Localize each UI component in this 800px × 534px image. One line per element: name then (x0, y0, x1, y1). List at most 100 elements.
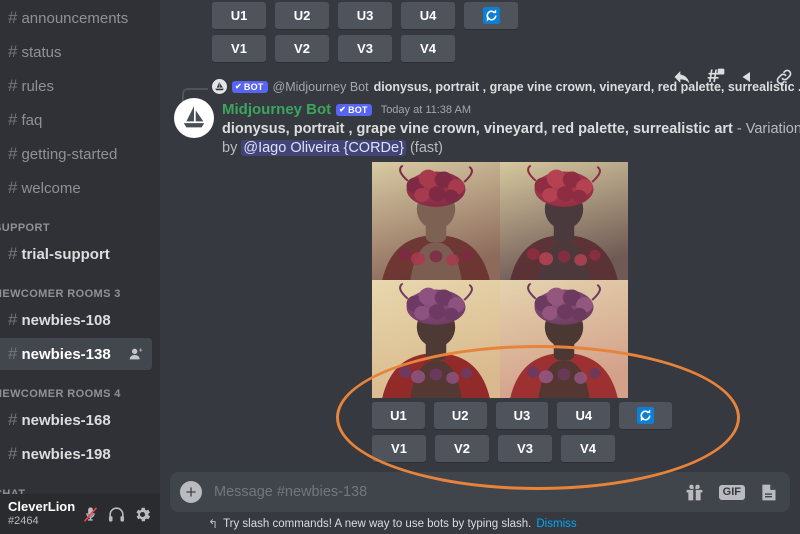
sidebar-item-label: status (21, 44, 61, 61)
top-button-v4[interactable]: V4 (401, 35, 455, 62)
add-member-icon[interactable] (128, 346, 144, 362)
message-author[interactable]: Midjourney Bot (222, 101, 331, 118)
reply-mention[interactable]: @Midjourney Bot (273, 80, 369, 94)
sidebar-item-getting-started[interactable]: #getting-started (0, 138, 152, 170)
sidebar-item-label: newbies-168 (21, 412, 110, 429)
refresh-emoji (483, 7, 500, 24)
message-avatar[interactable] (174, 98, 214, 138)
add-reaction-icon[interactable] (740, 67, 760, 87)
copy-link-icon[interactable] (774, 67, 794, 87)
top-button-v2[interactable]: V2 (275, 35, 329, 62)
sidebar-item-welcome[interactable]: #welcome (0, 172, 152, 204)
sidebar-item-newbies-138[interactable]: #newbies-138 (0, 338, 152, 370)
sidebar-item-newbies-198[interactable]: #newbies-198 (0, 438, 152, 470)
message-mode: (fast) (410, 140, 443, 156)
user-panel: CleverLion #2464 (0, 494, 160, 534)
headphones-icon[interactable] (107, 505, 126, 524)
button-label: U2 (452, 408, 469, 423)
chat-area: U1U2U3U4 V1V2V3V4 ✔ BOT @Midjourney Bot … (160, 0, 800, 534)
mj-button-v4[interactable]: V4 (561, 435, 615, 462)
top-button-u3[interactable]: U3 (338, 2, 392, 29)
message-input[interactable] (214, 484, 676, 500)
top-refresh-button[interactable] (464, 2, 518, 29)
message-composer[interactable]: GIF (170, 472, 790, 512)
user-discriminator: #2464 (8, 515, 75, 528)
midjourney-sailboat-icon (177, 101, 211, 135)
grid-cell-variation-1[interactable] (372, 162, 500, 280)
discord-window: #announcements#status#rules#faq#getting-… (0, 0, 800, 534)
sidebar-item-newbies-108[interactable]: #newbies-108 (0, 304, 152, 336)
sidebar-item-status[interactable]: #status (0, 36, 152, 68)
hash-icon: # (8, 144, 17, 164)
mj-button-u2[interactable]: U2 (434, 402, 487, 429)
gift-icon[interactable] (684, 482, 706, 503)
bot-badge-label: BOT (348, 105, 368, 115)
sidebar-item-newbies-168[interactable]: #newbies-168 (0, 404, 152, 436)
grid-cell-variation-2[interactable] (500, 162, 628, 280)
message-content: dionysus, portrait , grape vine crown, v… (222, 120, 800, 158)
grid-cell-variation-4[interactable] (500, 280, 628, 398)
upscale-button-row: U1 U2 U3 U4 (372, 402, 672, 429)
button-label: V3 (517, 441, 533, 456)
sidebar-item-label: newbies-108 (21, 312, 110, 329)
upscale-button-row-top: U1 U2 U3 U4 (212, 2, 800, 29)
hash-icon: # (8, 244, 17, 264)
channel-list-top: #announcements#status#rules#faq#getting-… (0, 0, 160, 204)
bot-badge-reply: ✔ BOT (232, 81, 268, 93)
microphone-muted-icon[interactable] (81, 505, 100, 524)
channel-sidebar: #announcements#status#rules#faq#getting-… (0, 0, 160, 534)
top-button-v3[interactable]: V3 (338, 35, 392, 62)
mj-button-v1[interactable]: V1 (372, 435, 426, 462)
button-label: V1 (391, 441, 407, 456)
message-hover-toolbar (672, 67, 794, 87)
button-label: V4 (420, 41, 436, 56)
sidebar-item-announcements[interactable]: #announcements (0, 2, 152, 34)
hash-icon: # (8, 76, 17, 96)
user-identity[interactable]: CleverLion #2464 (8, 500, 75, 528)
sticker-icon[interactable] (758, 482, 780, 503)
refresh-emoji (637, 407, 654, 424)
sidebar-item-trial-support[interactable]: #trial-support (0, 238, 152, 270)
hash-icon: # (8, 8, 17, 28)
button-label: V1 (231, 41, 247, 56)
button-label: U3 (514, 408, 531, 423)
sidebar-item-faq[interactable]: #faq (0, 104, 152, 136)
button-label: U4 (575, 408, 592, 423)
reply-icon[interactable] (672, 67, 692, 87)
mj-button-v3[interactable]: V3 (498, 435, 552, 462)
top-button-v1[interactable]: V1 (212, 35, 266, 62)
gear-icon[interactable] (133, 505, 152, 524)
midjourney-sailboat-icon (212, 79, 227, 94)
slash-hint-text: Try slash commands! A new way to use bot… (223, 518, 531, 530)
sidebar-item-label: rules (21, 78, 54, 95)
sidebar-item-label: trial-support (21, 246, 109, 263)
mj-button-u3[interactable]: U3 (496, 402, 549, 429)
top-button-u4[interactable]: U4 (401, 2, 455, 29)
dismiss-link[interactable]: Dismiss (536, 518, 576, 530)
message-mention[interactable]: @Iago Oliveira {CORDe} (241, 140, 406, 156)
top-button-u2[interactable]: U2 (275, 2, 329, 29)
hash-icon: # (8, 178, 17, 198)
sidebar-item-label: newbies-138 (21, 346, 110, 363)
midjourney-button-group-top: U1 U2 U3 U4 V1 V2 V3 V4 (212, 2, 800, 68)
grid-cell-variation-3[interactable] (372, 280, 500, 398)
hash-icon: # (8, 310, 17, 330)
plus-icon[interactable] (180, 481, 202, 503)
mj-button-u1[interactable]: U1 (372, 402, 425, 429)
bot-badge-label: BOT (244, 82, 264, 92)
mj-button-v2[interactable]: V2 (435, 435, 489, 462)
user-controls (81, 505, 160, 524)
return-arrow-icon: ↰ (208, 517, 218, 531)
generated-image-grid[interactable] (372, 162, 628, 398)
hash-icon: # (8, 344, 17, 364)
sidebar-category-support[interactable]: SUPPORT (0, 206, 160, 238)
sidebar-category-newcomer-rooms-3[interactable]: NEWCOMER ROOMS 3 (0, 272, 160, 304)
slash-command-hint: ↰ Try slash commands! A new way to use b… (208, 517, 577, 531)
sidebar-category-newcomer-rooms-4[interactable]: NEWCOMER ROOMS 4 (0, 372, 160, 404)
top-button-u1[interactable]: U1 (212, 2, 266, 29)
thread-icon[interactable] (706, 67, 726, 87)
gif-button[interactable]: GIF (719, 485, 745, 500)
mj-refresh-button[interactable] (619, 402, 672, 429)
mj-button-u4[interactable]: U4 (557, 402, 610, 429)
sidebar-item-rules[interactable]: #rules (0, 70, 152, 102)
